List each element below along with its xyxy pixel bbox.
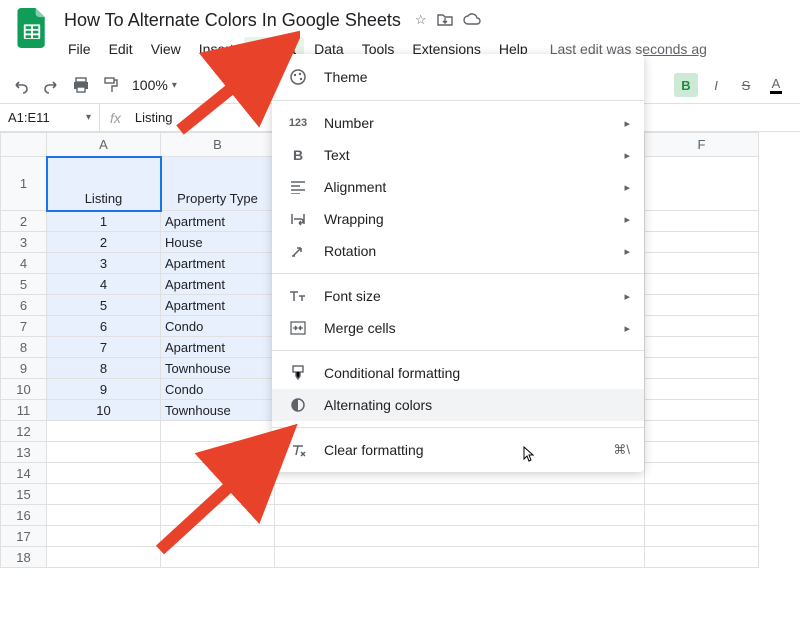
select-all-corner[interactable] <box>1 133 47 157</box>
document-title[interactable]: How To Alternate Colors In Google Sheets <box>60 8 405 33</box>
cell[interactable]: House <box>161 232 275 253</box>
menu-clear-formatting[interactable]: Clear formatting ⌘\ <box>272 434 644 466</box>
italic-button[interactable]: I <box>704 73 728 97</box>
cell[interactable]: Apartment <box>161 211 275 232</box>
shortcut-label: ⌘\ <box>613 442 630 458</box>
cell[interactable]: Property Type <box>161 157 275 211</box>
move-icon[interactable] <box>437 12 453 29</box>
col-header-f[interactable]: F <box>645 133 759 157</box>
text-icon: B <box>288 147 308 163</box>
print-icon[interactable] <box>72 76 90 94</box>
cell[interactable]: 3 <box>47 253 161 274</box>
menu-text[interactable]: B Text▸ <box>272 139 644 171</box>
menu-insert[interactable]: Insert <box>191 37 242 61</box>
clear-format-icon <box>288 442 308 458</box>
row-header[interactable]: 3 <box>1 232 47 253</box>
row-header[interactable]: 13 <box>1 442 47 463</box>
row-header[interactable]: 18 <box>1 547 47 568</box>
menu-wrapping[interactable]: Wrapping▸ <box>272 203 644 235</box>
menu-view[interactable]: View <box>143 37 189 61</box>
row-header[interactable]: 10 <box>1 379 47 400</box>
row-header[interactable]: 5 <box>1 274 47 295</box>
bold-button[interactable]: B <box>674 73 698 97</box>
alignment-icon <box>288 180 308 194</box>
row-header[interactable]: 17 <box>1 526 47 547</box>
wrapping-icon <box>288 212 308 226</box>
cell[interactable]: Condo <box>161 379 275 400</box>
row-header[interactable]: 15 <box>1 484 47 505</box>
cell[interactable]: Condo <box>161 316 275 337</box>
star-icon[interactable]: ☆ <box>415 12 427 29</box>
cell[interactable]: Listing <box>47 157 161 211</box>
menu-theme[interactable]: Theme <box>272 60 644 94</box>
row-header[interactable]: 8 <box>1 337 47 358</box>
cell[interactable]: 4 <box>47 274 161 295</box>
row-header[interactable]: 16 <box>1 505 47 526</box>
text-color-button[interactable]: A <box>764 73 788 97</box>
cell[interactable]: Townhouse <box>161 358 275 379</box>
font-size-icon <box>288 289 308 303</box>
menu-conditional-formatting[interactable]: Conditional formatting <box>272 357 644 389</box>
merge-icon <box>288 321 308 335</box>
col-header-b[interactable]: B <box>161 133 275 157</box>
redo-icon[interactable] <box>42 76 60 94</box>
row-header[interactable]: 12 <box>1 421 47 442</box>
menu-alternating-colors[interactable]: Alternating colors <box>272 389 644 421</box>
cell[interactable]: 5 <box>47 295 161 316</box>
cell[interactable]: 10 <box>47 400 161 421</box>
cell[interactable]: 1 <box>47 211 161 232</box>
theme-icon <box>288 68 308 86</box>
cell[interactable]: Apartment <box>161 253 275 274</box>
strikethrough-button[interactable]: S <box>734 73 758 97</box>
row-header[interactable]: 1 <box>1 157 47 211</box>
name-box[interactable]: A1:E11▾ <box>0 104 100 131</box>
cell[interactable]: 8 <box>47 358 161 379</box>
fx-icon: fx <box>100 110 131 126</box>
paint-format-icon[interactable] <box>102 76 120 94</box>
menu-font-size[interactable]: Font size▸ <box>272 280 644 312</box>
cell[interactable]: 9 <box>47 379 161 400</box>
zoom-select[interactable]: 100%▾ <box>132 77 177 93</box>
cloud-icon[interactable] <box>463 12 481 29</box>
menu-alignment[interactable]: Alignment▸ <box>272 171 644 203</box>
cell[interactable]: Apartment <box>161 274 275 295</box>
rotation-icon <box>288 243 308 259</box>
alternating-icon <box>288 397 308 413</box>
cell[interactable]: 6 <box>47 316 161 337</box>
cell[interactable]: 7 <box>47 337 161 358</box>
menu-merge-cells[interactable]: Merge cells▸ <box>272 312 644 344</box>
row-header[interactable]: 9 <box>1 358 47 379</box>
menu-edit[interactable]: Edit <box>101 37 141 61</box>
row-header[interactable]: 2 <box>1 211 47 232</box>
row-header[interactable]: 6 <box>1 295 47 316</box>
number-icon: 123 <box>288 117 308 129</box>
menu-file[interactable]: File <box>60 37 99 61</box>
menu-number[interactable]: 123 Number▸ <box>272 107 644 139</box>
cell[interactable]: Townhouse <box>161 400 275 421</box>
col-header-a[interactable]: A <box>47 133 161 157</box>
menu-rotation[interactable]: Rotation▸ <box>272 235 644 267</box>
sheets-logo[interactable] <box>12 8 52 48</box>
row-header[interactable]: 14 <box>1 463 47 484</box>
conditional-icon <box>288 365 308 381</box>
cell[interactable]: Apartment <box>161 337 275 358</box>
cell[interactable]: Apartment <box>161 295 275 316</box>
undo-icon[interactable] <box>12 76 30 94</box>
row-header[interactable]: 4 <box>1 253 47 274</box>
row-header[interactable]: 11 <box>1 400 47 421</box>
formula-bar[interactable]: Listing <box>131 110 177 125</box>
format-dropdown: Theme 123 Number▸ B Text▸ Alignment▸ Wra… <box>272 54 644 472</box>
cell[interactable]: 2 <box>47 232 161 253</box>
row-header[interactable]: 7 <box>1 316 47 337</box>
